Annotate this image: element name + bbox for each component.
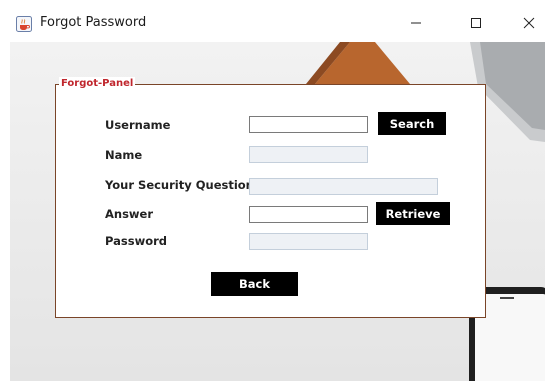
forgot-panel: Forgot-Panel Username Search Name Your S…: [55, 77, 486, 318]
answer-input[interactable]: [249, 206, 368, 223]
password-label: Password: [105, 234, 167, 248]
minimize-button[interactable]: [393, 8, 439, 38]
answer-label: Answer: [105, 207, 154, 221]
window-title: Forgot Password: [40, 15, 147, 30]
panel-legend: Forgot-Panel: [59, 77, 136, 91]
username-label: Username: [105, 118, 171, 132]
close-icon: [523, 17, 535, 29]
maximize-button[interactable]: [453, 8, 499, 38]
minimize-icon: [411, 22, 421, 24]
name-field: [249, 146, 368, 163]
search-button[interactable]: Search: [378, 112, 446, 135]
close-button[interactable]: [506, 8, 545, 38]
java-cup-icon: [16, 16, 32, 32]
username-input[interactable]: [249, 116, 368, 133]
name-label: Name: [105, 148, 143, 162]
back-button[interactable]: Back: [211, 272, 298, 296]
security-question-label: Your Security Question: [105, 178, 254, 192]
security-question-field: [249, 178, 438, 195]
password-field: [249, 233, 368, 250]
title-bar: Forgot Password: [0, 0, 545, 42]
retrieve-button[interactable]: Retrieve: [376, 202, 450, 225]
maximize-icon: [471, 18, 481, 28]
